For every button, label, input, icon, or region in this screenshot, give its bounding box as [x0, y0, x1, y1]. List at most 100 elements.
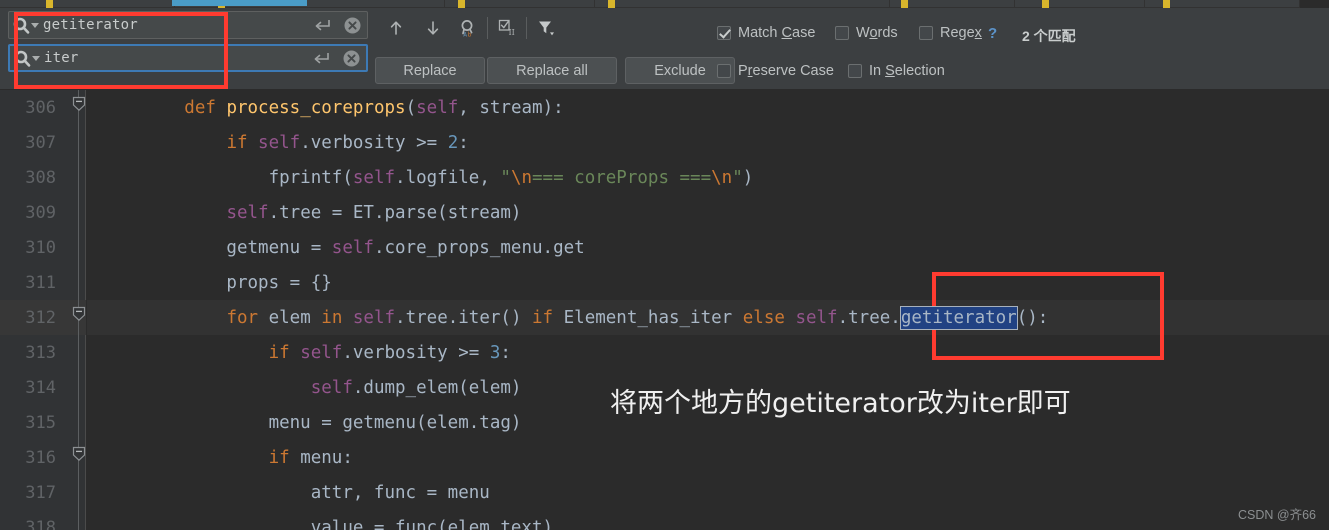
checkbox-box[interactable] [919, 26, 933, 40]
fold-collapse-icon[interactable] [71, 306, 87, 322]
code-token: ( [405, 97, 417, 118]
fold-region-line [78, 125, 79, 160]
tab-item[interactable] [1015, 0, 1145, 8]
enter-return-icon[interactable] [306, 51, 336, 65]
search-icon[interactable] [10, 46, 44, 70]
fold-gutter-cell[interactable] [60, 230, 86, 265]
code-text[interactable]: if menu: [86, 448, 353, 468]
chevron-down-icon[interactable] [31, 22, 39, 28]
arrow-down-icon [427, 21, 439, 35]
code-line[interactable]: 308 fprintf(self.logfile, "\n=== corePro… [0, 160, 1329, 195]
code-editor[interactable]: 306 def process_coreprops(self, stream):… [0, 90, 1329, 530]
search-icon[interactable] [9, 12, 43, 38]
code-line[interactable]: 316 if menu: [0, 440, 1329, 475]
tab-item[interactable] [595, 0, 890, 8]
code-line[interactable]: 312 for elem in self.tree.iter() if Elem… [0, 300, 1329, 335]
replace-input[interactable]: iter [8, 44, 368, 72]
line-number: 315 [25, 412, 56, 433]
selected-occurrence[interactable]: getiterator [899, 305, 1018, 330]
replace-button[interactable]: Replace [375, 57, 485, 84]
fold-gutter-cell[interactable] [60, 300, 86, 335]
line-number: 314 [25, 377, 56, 398]
code-text[interactable]: self.dump_elem(elem) [86, 377, 522, 398]
regex-help-icon[interactable]: ? [988, 25, 997, 42]
code-token: elem [268, 307, 322, 328]
code-text[interactable]: for elem in self.tree.iter() if Element_… [86, 305, 1048, 330]
fold-gutter-cell[interactable] [60, 125, 86, 160]
words-checkbox[interactable]: Words [835, 25, 898, 41]
fold-gutter-cell[interactable] [60, 440, 86, 475]
file-icon [1042, 0, 1049, 8]
code-line[interactable]: 318 value = func(elem.text) [0, 510, 1329, 530]
toolbar-divider [526, 17, 527, 39]
code-token: if [268, 342, 301, 363]
fold-gutter-cell[interactable] [60, 475, 86, 510]
match-case-checkbox[interactable]: Match Case [717, 25, 815, 41]
chevron-down-icon[interactable] [32, 55, 40, 61]
code-token: .tree.iter() [395, 307, 533, 328]
fold-gutter-cell[interactable] [60, 405, 86, 440]
code-line[interactable]: 317 attr, func = menu [0, 475, 1329, 510]
code-token: self [226, 202, 269, 223]
code-text[interactable]: if self.verbosity >= 2: [86, 132, 469, 153]
checkbox-box[interactable] [835, 26, 849, 40]
code-line[interactable]: 313 if self.verbosity >= 3: [0, 335, 1329, 370]
find-next-button[interactable] [420, 15, 446, 41]
fold-gutter-cell[interactable] [60, 335, 86, 370]
tab-item[interactable] [0, 0, 175, 8]
fold-gutter-cell[interactable] [60, 160, 86, 195]
tab-item[interactable] [445, 0, 595, 8]
find-previous-button[interactable] [383, 15, 409, 41]
code-text[interactable]: if self.verbosity >= 3: [86, 343, 511, 363]
search-input[interactable]: getiterator [8, 11, 368, 39]
checkbox-box[interactable] [848, 64, 862, 78]
select-all-occurrences-button[interactable]: II [494, 15, 520, 41]
clear-replace-icon[interactable] [336, 50, 366, 67]
code-token: if [532, 307, 564, 328]
enter-return-icon[interactable] [307, 18, 337, 32]
code-token: self [300, 342, 343, 363]
code-text[interactable]: fprintf(self.logfile, "\n=== coreProps =… [86, 167, 754, 188]
fold-collapse-icon[interactable] [71, 96, 87, 112]
find-all-occurrences-button[interactable]: A b [455, 15, 481, 41]
code-token: " [500, 167, 511, 188]
filter-button[interactable] [533, 15, 559, 41]
code-token: \n [711, 167, 733, 188]
replace-all-button[interactable]: Replace all [487, 57, 617, 84]
fold-collapse-icon[interactable] [71, 446, 87, 462]
regex-checkbox[interactable]: Regex [919, 25, 982, 41]
code-token: self [795, 307, 838, 328]
code-text[interactable]: self.tree = ET.parse(stream) [86, 203, 521, 223]
tab-item[interactable] [890, 0, 1015, 8]
code-line[interactable]: 309 self.tree = ET.parse(stream) [0, 195, 1329, 230]
replace-all-button-label: Replace all [516, 62, 588, 79]
code-token: .verbosity >= [342, 342, 490, 363]
code-text[interactable]: def process_coreprops(self, stream): [86, 97, 563, 118]
code-token: : [500, 342, 511, 363]
checkbox-box[interactable] [717, 64, 731, 78]
fold-gutter-cell[interactable] [60, 90, 86, 125]
fold-gutter-cell[interactable] [60, 370, 86, 405]
code-line[interactable]: 306 def process_coreprops(self, stream): [0, 90, 1329, 125]
code-text[interactable]: props = {} [86, 273, 331, 293]
fold-gutter-cell[interactable] [60, 195, 86, 230]
in-selection-checkbox[interactable]: In Selection [848, 63, 945, 79]
checkbox-box[interactable] [717, 26, 731, 40]
code-token: self [310, 377, 353, 398]
code-text[interactable]: attr, func = menu [86, 483, 490, 503]
toolbar-divider [487, 17, 488, 39]
preserve-case-label: Preserve Case [738, 63, 834, 79]
preserve-case-checkbox[interactable]: Preserve Case [717, 63, 834, 79]
code-token: : [458, 132, 469, 153]
file-icon [1163, 0, 1170, 8]
code-line[interactable]: 310 getmenu = self.core_props_menu.get [0, 230, 1329, 265]
svg-text:b: b [468, 31, 472, 38]
code-text[interactable]: getmenu = self.core_props_menu.get [86, 238, 584, 258]
code-line[interactable]: 311 props = {} [0, 265, 1329, 300]
code-text[interactable]: menu = getmenu(elem.tag) [86, 413, 522, 433]
code-line[interactable]: 307 if self.verbosity >= 2: [0, 125, 1329, 160]
clear-search-icon[interactable] [337, 17, 367, 34]
code-text[interactable]: value = func(elem.text) [86, 518, 553, 530]
fold-gutter-cell[interactable] [60, 510, 86, 530]
fold-gutter-cell[interactable] [60, 265, 86, 300]
